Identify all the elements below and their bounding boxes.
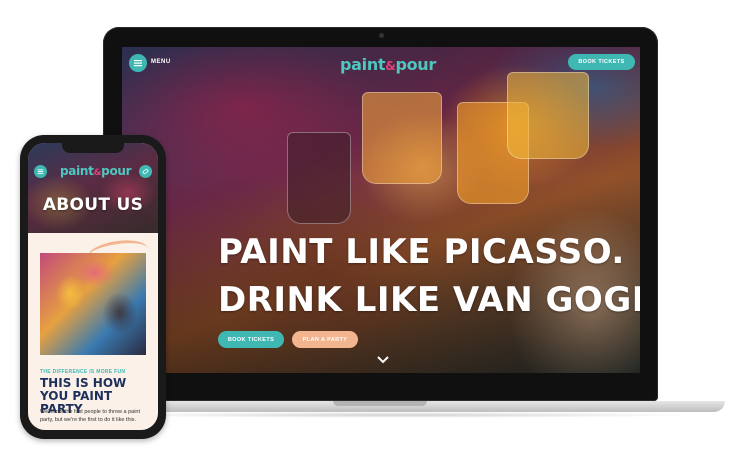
logo-text-paint: paint: [60, 164, 94, 178]
hamburger-icon: [134, 60, 142, 67]
camera-icon: [378, 33, 384, 38]
section-eyebrow: THE DIFFERENCE IS MORE FUN: [40, 369, 126, 375]
ticket-icon: [142, 168, 149, 175]
plan-a-party-button[interactable]: PLAN A PARTY: [292, 331, 358, 348]
phone-tickets-button[interactable]: [139, 165, 152, 178]
logo-text-paint: paint: [340, 55, 386, 74]
book-tickets-header-button[interactable]: BOOK TICKETS: [568, 54, 635, 70]
logo-text-pour: pour: [395, 55, 436, 74]
book-tickets-button[interactable]: BOOK TICKETS: [218, 331, 284, 348]
logo-ampersand: &: [385, 59, 396, 73]
hamburger-icon: [37, 169, 44, 174]
logo-text-pour: pour: [101, 164, 132, 178]
chevron-down-icon[interactable]: [377, 355, 389, 364]
phone-hero-title: ABOUT US: [42, 195, 144, 215]
laptop-shadow: [95, 412, 703, 418]
phone-menu-button[interactable]: [34, 165, 47, 178]
hero-headline-line1: PAINT LIKE PICASSO.: [218, 232, 625, 272]
phone-site-logo[interactable]: paint&pour: [60, 164, 132, 178]
section-body: We're not the first people to throw a pa…: [40, 409, 141, 423]
laptop-notch: [333, 401, 427, 406]
phone-notch: [62, 143, 124, 153]
hero-headline-line2: DRINK LIKE VAN GOGH.: [218, 280, 640, 320]
laptop-screen: MENU paint&pour BOOK TICKETS PAINT LIKE …: [122, 47, 640, 373]
site-logo[interactable]: paint&pour: [340, 55, 436, 74]
menu-label[interactable]: MENU: [151, 59, 171, 65]
website-ui: MENU paint&pour BOOK TICKETS PAINT LIKE …: [122, 47, 640, 373]
menu-button[interactable]: [129, 54, 147, 72]
